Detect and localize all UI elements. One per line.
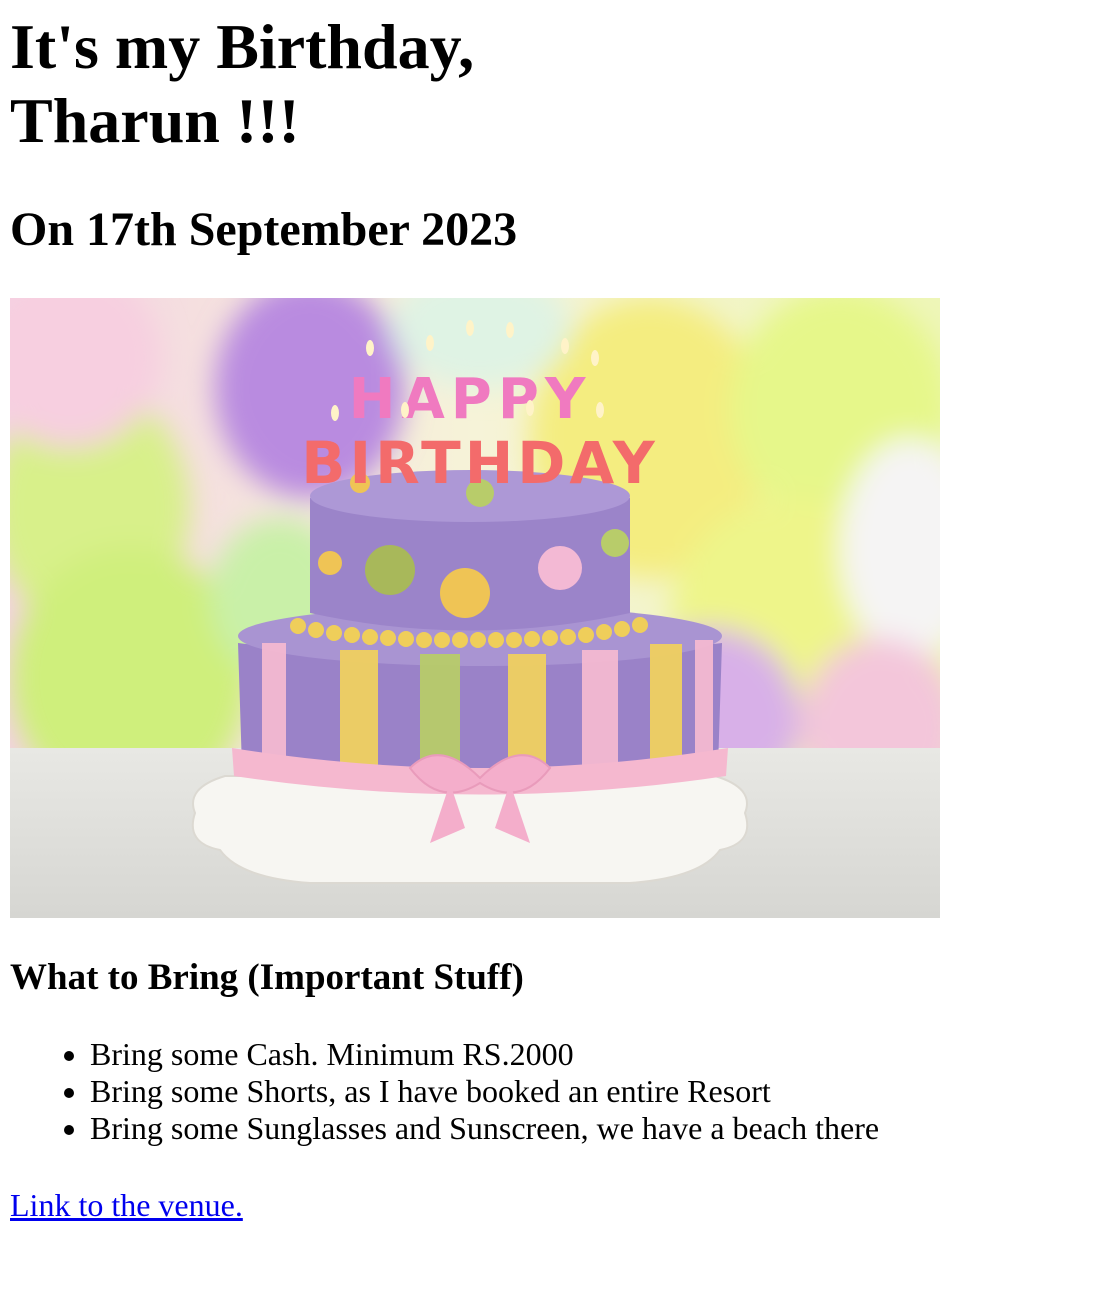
bring-heading: What to Bring (Important Stuff) bbox=[10, 957, 524, 998]
page-title: It's my Birthday, Tharun !!! bbox=[10, 11, 475, 156]
list-item: Bring some Sunglasses and Sunscreen, we … bbox=[90, 1110, 1110, 1147]
venue-link[interactable]: Link to the venue. bbox=[10, 1187, 243, 1224]
page: It's my Birthday, Tharun !!! On 17th Sep… bbox=[0, 10, 1120, 1224]
event-date: On 17th September 2023 bbox=[10, 203, 518, 256]
candle-text-top: HAPPY bbox=[349, 367, 592, 432]
bring-list: Bring some Cash. Minimum RS.2000 Bring s… bbox=[10, 1036, 1110, 1147]
birthday-cake-image: HAPPY BIRTHDAY bbox=[10, 298, 940, 918]
candle-text-bottom: BIRTHDAY bbox=[301, 429, 658, 497]
list-item: Bring some Shorts, as I have booked an e… bbox=[90, 1073, 1110, 1110]
list-item: Bring some Cash. Minimum RS.2000 bbox=[90, 1036, 1110, 1073]
